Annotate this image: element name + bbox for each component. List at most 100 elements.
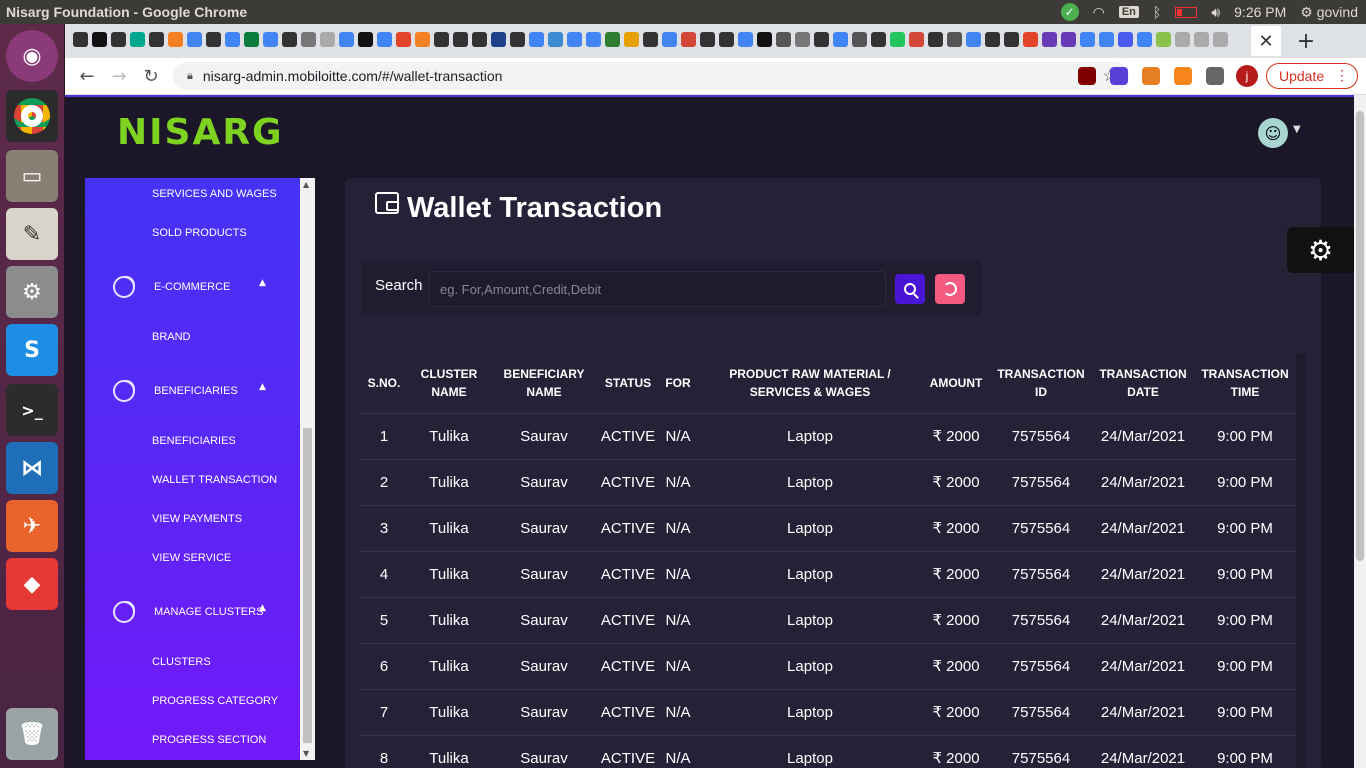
tab-icon[interactable] [757, 32, 772, 47]
tab-icon[interactable] [1175, 32, 1190, 47]
clock[interactable]: 9:26 PM [1234, 4, 1286, 20]
sidebar-group-e-commerce[interactable]: E-COMMERCE ▲ [113, 276, 273, 300]
github-icon[interactable] [111, 32, 126, 47]
tab-icon[interactable] [1099, 32, 1114, 47]
update-check-icon[interactable]: ✓ [1060, 3, 1079, 21]
tab-icon[interactable] [605, 32, 620, 47]
gitlab-icon[interactable] [1023, 32, 1038, 47]
sidebar-item-clusters[interactable]: CLUSTERS [152, 656, 211, 668]
ublock-icon[interactable] [1078, 67, 1096, 85]
sidebar-item-beneficiaries[interactable]: BENEFICIARIES [152, 435, 236, 447]
extension-icon[interactable] [1142, 67, 1160, 85]
gitlab-icon[interactable] [396, 32, 411, 47]
sidebar-item-progress-category[interactable]: PROGRESS CATEGORY [152, 695, 278, 707]
wifi-icon[interactable]: ◠ [1093, 4, 1105, 21]
anydesk-icon[interactable]: ◆ [6, 558, 58, 610]
new-tab-button[interactable]: + [1291, 26, 1321, 56]
tab-icon[interactable] [624, 32, 639, 47]
tab-icon[interactable] [852, 32, 867, 47]
postman-icon[interactable]: ✈ [6, 500, 58, 552]
reload-button[interactable]: ↻ [139, 64, 163, 88]
google-icon[interactable] [833, 32, 848, 47]
tab-icon[interactable] [244, 32, 259, 47]
bluetooth-icon[interactable]: ᛒ [1153, 4, 1161, 20]
tab-icon[interactable] [586, 32, 601, 47]
google-icon[interactable] [567, 32, 582, 47]
metamask-icon[interactable] [1174, 67, 1192, 85]
tab-icon[interactable] [1118, 32, 1133, 47]
tab-icon[interactable] [795, 32, 810, 47]
volume-icon[interactable]: 🔊︎ [1211, 4, 1220, 21]
github-icon[interactable] [814, 32, 829, 47]
google-icon[interactable] [263, 32, 278, 47]
page-scrollbar[interactable] [1354, 95, 1366, 768]
close-tab-button[interactable]: ✕ [1251, 26, 1281, 56]
sidebar-group-manage-clusters[interactable]: MANAGE CLUSTERS ▲ [113, 601, 273, 625]
tab-icon[interactable] [320, 32, 335, 47]
table-row[interactable]: 7 Tulika Saurav ACTIVE N/A Laptop ₹ 2000 757556… [360, 689, 1296, 736]
sidebar-item-sold-products[interactable]: SOLD PRODUCTS [152, 227, 247, 239]
tab-icon[interactable] [491, 32, 506, 47]
sidebar-item-wallet-transaction[interactable]: WALLET TRANSACTION [152, 474, 277, 486]
table-row[interactable]: 8 Tulika Saurav ACTIVE N/A Laptop ₹ 2000 757556… [360, 735, 1296, 768]
table-row[interactable]: 2 Tulika Saurav ACTIVE N/A Laptop ₹ 2000 757556… [360, 459, 1296, 506]
google-icon[interactable] [225, 32, 240, 47]
address-bar[interactable]: 🔒︎ nisarg-admin.mobiloitte.com/#/wallet-… [173, 62, 1129, 90]
puzzle-icon[interactable] [1206, 67, 1224, 85]
scrollbar-thumb[interactable] [303, 428, 312, 743]
github-icon[interactable] [92, 32, 107, 47]
vscode-icon[interactable]: ⋈ [6, 442, 58, 494]
github-icon[interactable] [700, 32, 715, 47]
settings-app-icon[interactable]: ⚙ [6, 266, 58, 318]
terminal-icon[interactable]: >_ [6, 384, 58, 436]
google-icon[interactable] [738, 32, 753, 47]
settings-button[interactable]: ⚙ [1287, 227, 1354, 273]
chrome-icon[interactable] [6, 90, 58, 142]
tab-icon[interactable] [548, 32, 563, 47]
search-button[interactable] [895, 274, 925, 304]
github-icon[interactable] [282, 32, 297, 47]
sidebar-item-services-and-wages[interactable]: SERVICES AND WAGES [152, 188, 277, 200]
google-icon[interactable] [339, 32, 354, 47]
files-icon[interactable]: ▭ [6, 150, 58, 202]
text-editor-icon[interactable]: ✎ [6, 208, 58, 260]
profile-avatar[interactable]: j [1236, 65, 1258, 87]
table-row[interactable]: 5 Tulika Saurav ACTIVE N/A Laptop ₹ 2000 757556… [360, 597, 1296, 644]
tab-icon[interactable] [1042, 32, 1057, 47]
github-icon[interactable] [928, 32, 943, 47]
reset-button[interactable] [935, 274, 965, 304]
tab-icon[interactable] [358, 32, 373, 47]
table-scrollbar[interactable] [1296, 353, 1306, 768]
scrollbar-thumb[interactable] [1356, 111, 1364, 561]
google-icon[interactable] [1080, 32, 1095, 47]
sidebar-item-brand[interactable]: BRAND [152, 331, 191, 343]
table-row[interactable]: 4 Tulika Saurav ACTIVE N/A Laptop ₹ 2000 757556… [360, 551, 1296, 598]
google-icon[interactable] [1137, 32, 1152, 47]
tab-icon[interactable] [301, 32, 316, 47]
forward-button[interactable]: → [107, 64, 131, 88]
github-icon[interactable] [871, 32, 886, 47]
table-row[interactable]: 3 Tulika Saurav ACTIVE N/A Laptop ₹ 2000 757556… [360, 505, 1296, 552]
tab-icon[interactable] [206, 32, 221, 47]
github-icon[interactable] [73, 32, 88, 47]
sidebar-item-progress-section[interactable]: PROGRESS SECTION [152, 734, 266, 746]
google-icon[interactable] [187, 32, 202, 47]
tab-icon[interactable] [1156, 32, 1171, 47]
back-button[interactable]: ← [75, 64, 99, 88]
stackoverflow-icon[interactable] [415, 32, 430, 47]
logo[interactable]: NISARG [117, 112, 284, 153]
gmail-icon[interactable] [681, 32, 696, 47]
user-menu[interactable]: ⚙ govind [1300, 4, 1358, 21]
sidebar-item-view-service[interactable]: VIEW SERVICE [152, 552, 231, 564]
github-icon[interactable] [1004, 32, 1019, 47]
table-row[interactable]: 1 Tulika Saurav ACTIVE N/A Laptop ₹ 2000 757556… [360, 413, 1296, 460]
github-icon[interactable] [719, 32, 734, 47]
sidebar-item-view-payments[interactable]: VIEW PAYMENTS [152, 513, 242, 525]
github-icon[interactable] [434, 32, 449, 47]
github-icon[interactable] [472, 32, 487, 47]
google-icon[interactable] [662, 32, 677, 47]
tab-icon[interactable] [776, 32, 791, 47]
github-icon[interactable] [453, 32, 468, 47]
sidebar-scrollbar[interactable]: ▲ ▼ [300, 178, 315, 760]
tab-icon[interactable] [1194, 32, 1209, 47]
